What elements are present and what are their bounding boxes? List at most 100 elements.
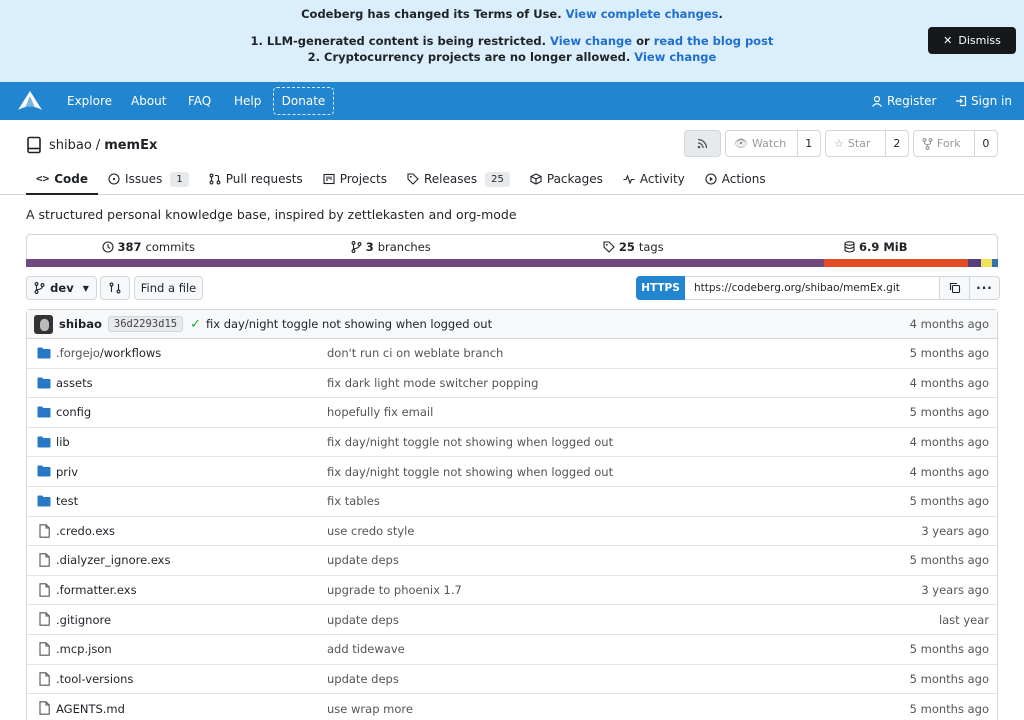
list-item[interactable]: .forgejo/workflows don't run ci on weblat… [27,339,997,369]
list-item[interactable]: config hopefully fix email 5 months ago [27,398,997,428]
nav-about[interactable]: About [131,94,166,108]
file-commit-message[interactable]: use credo style [327,524,414,538]
commit-sha[interactable]: 36d2293d15 [107,316,184,332]
clone-url-input[interactable]: https://codeberg.org/shibao/memEx.git [685,276,940,300]
file-commit-message[interactable]: update deps [327,672,399,686]
terms-banner: Codeberg has changed its Terms of Use. V… [0,0,1024,82]
list-item[interactable]: .dialyzer_ignore.exs update deps 5 months … [27,546,997,576]
file-name-link[interactable]: AGENTS.md [56,702,125,716]
branches-stat[interactable]: 3 branches [270,235,513,259]
commit-author[interactable]: shibao [59,317,102,331]
file-name-link[interactable]: .credo.exs [56,524,115,538]
list-item[interactable]: assets fix dark light mode switcher poppi… [27,369,997,399]
language-segment-other[interactable] [992,259,998,267]
dismiss-button[interactable]: ✕ Dismiss [928,27,1016,54]
fork-button[interactable]: Fork 0 [913,130,998,157]
kebab-icon: ··· [976,281,993,295]
file-commit-message[interactable]: fix dark light mode switcher popping [327,376,538,390]
list-item[interactable]: .gitignore update deps last year [27,605,997,635]
path-prefix: .forgejo [56,346,100,361]
file-name-link[interactable]: test [56,494,78,508]
file-name-link[interactable]: .tool-versions [56,672,133,686]
tab-projects[interactable]: Projects [313,168,397,190]
file-commit-message[interactable]: upgrade to phoenix 1.7 [327,583,462,597]
list-item[interactable]: .mcp.json add tidewave 5 months ago [27,635,997,665]
tags-stat[interactable]: 25 tags [512,235,755,259]
codeberg-logo-icon[interactable] [17,89,43,113]
tab-pull-requests[interactable]: Pull requests [199,168,313,190]
list-item[interactable]: AGENTS.md use wrap more 5 months ago [27,694,997,720]
view-change-link-1[interactable]: View change [550,34,632,48]
repo-toolbar: dev ▼ Find a file HTTPS https://codeberg… [26,276,1000,300]
compare-button[interactable] [100,276,130,300]
commits-stat[interactable]: 387 commits [27,235,270,259]
file-commit-age: 5 months ago [909,642,989,657]
read-blog-post-link[interactable]: read the blog post [654,34,774,48]
list-item[interactable]: lib fix day/night toggle not showing when… [27,428,997,458]
watch-button[interactable]: 👁 Watch 1 [725,130,821,157]
nav-explore[interactable]: Explore [67,94,112,108]
list-item[interactable]: priv fix day/night toggle not showing whe… [27,457,997,487]
branch-selector[interactable]: dev ▼ [26,276,97,300]
list-item[interactable]: .formatter.exs upgrade to phoenix 1.7 3 ye… [27,576,997,606]
file-name-link[interactable]: assets [56,376,93,390]
file-commit-message[interactable]: add tidewave [327,642,405,656]
file-commit-message[interactable]: use wrap more [327,702,413,716]
file-name-link[interactable]: priv [56,465,78,479]
view-change-link-2[interactable]: View change [634,50,716,64]
banner-line-1: Codeberg has changed its Terms of Use. V… [301,7,723,21]
view-complete-changes-link[interactable]: View complete changes [566,7,719,21]
commit-message[interactable]: fix day/night toggle not showing when lo… [206,317,492,331]
star-button[interactable]: ☆ Star 2 [825,130,909,157]
issues-count-badge: 1 [170,171,189,187]
find-file-button[interactable]: Find a file [134,276,203,300]
register-link[interactable]: Register [871,94,936,108]
file-commit-message[interactable]: fix day/night toggle not showing when lo… [327,465,613,479]
tab-code[interactable]: <> Code [26,168,99,195]
file-name-link[interactable]: .dialyzer_ignore.exs [56,553,170,567]
tab-actions[interactable]: Actions [695,168,776,190]
file-commit-message[interactable]: update deps [327,613,399,627]
file-name-link[interactable]: lib [56,435,70,449]
https-button[interactable]: HTTPS [636,276,685,300]
rss-feed-button[interactable] [684,130,721,157]
tab-activity[interactable]: Activity [613,168,695,190]
language-segment-css[interactable] [968,259,981,267]
folder-icon [37,464,51,478]
branch-icon [351,241,362,253]
repo-name-link[interactable]: memEx [104,138,157,153]
file-icon [37,671,51,686]
file-name-link[interactable]: .mcp.json [56,642,112,656]
language-segment-javascript[interactable] [981,259,992,267]
avatar[interactable] [34,314,53,334]
repo-owner-link[interactable]: shibao [49,138,92,153]
nav-faq[interactable]: FAQ [188,94,211,108]
language-segment-html[interactable] [824,259,968,267]
file-name-link[interactable]: .forgejo/workflows [56,346,161,360]
nav-help[interactable]: Help [234,94,261,108]
list-item[interactable]: .tool-versions update deps 5 months ago [27,665,997,695]
file-name-link[interactable]: .formatter.exs [56,583,137,597]
copy-url-button[interactable] [940,276,970,300]
chevron-down-icon: ▼ [82,283,89,293]
list-item[interactable]: test fix tables 5 months ago [27,487,997,517]
sign-in-link[interactable]: Sign in [955,94,1012,108]
tag-icon [407,173,419,185]
language-bar[interactable] [26,259,998,267]
file-commit-message[interactable]: hopefully fix email [327,405,433,419]
language-segment-elixir[interactable] [26,259,824,267]
tab-issues[interactable]: Issues 1 [98,168,199,190]
tab-packages[interactable]: Packages [520,168,613,190]
list-item[interactable]: .credo.exs use credo style 3 years ago [27,517,997,547]
nav-donate-button[interactable]: Donate [273,87,334,115]
file-commit-message[interactable]: fix tables [327,494,380,508]
file-commit-message[interactable]: fix day/night toggle not showing when lo… [327,435,613,449]
tab-releases[interactable]: Releases 25 [397,168,520,190]
file-commit-message[interactable]: update deps [327,553,399,567]
file-commit-message[interactable]: don't run ci on weblate branch [327,346,503,360]
file-name-link[interactable]: .gitignore [56,613,111,627]
commit-age: 4 months ago [909,317,989,331]
file-icon [37,701,51,715]
file-name-link[interactable]: config [56,405,91,419]
more-options-button[interactable]: ··· [970,276,1000,300]
